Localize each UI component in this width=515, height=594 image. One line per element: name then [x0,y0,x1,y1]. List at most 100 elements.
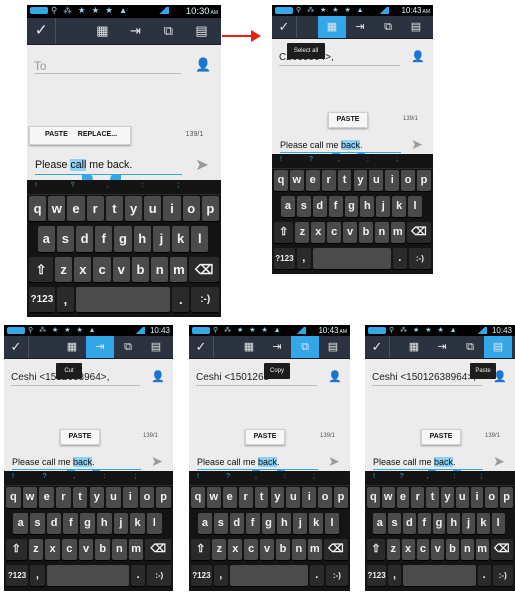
key-w[interactable]: w [289,170,304,191]
key-k[interactable]: k [130,513,145,534]
copy-icon[interactable]: ⧉ [456,336,484,358]
paste-icon[interactable]: ▤ [319,336,347,358]
paste-button[interactable]: PASTE [39,131,74,138]
add-contact-icon[interactable]: 👤 [195,58,211,71]
suggestion-item[interactable]: , [338,156,340,163]
delete-key[interactable]: ⌫ [490,539,513,560]
key-n[interactable]: n [460,539,474,560]
period-key[interactable]: . [309,565,324,586]
space-key[interactable] [76,286,171,312]
key-a[interactable]: a [197,513,212,534]
key-s[interactable]: s [56,226,74,252]
key-d[interactable]: d [229,513,244,534]
key-v[interactable]: v [78,539,94,560]
copy-icon[interactable]: ⧉ [291,336,319,358]
recipient-field[interactable]: Ceshi <15012638964>, [372,371,482,386]
suggestion-item[interactable]: , [106,182,108,189]
key-v[interactable]: v [431,539,445,560]
symbols-key[interactable]: ?123 [274,248,295,269]
key-l[interactable]: l [191,226,209,252]
copy-icon[interactable]: ⧉ [374,16,402,38]
key-w[interactable]: w [48,196,66,222]
suggestion-item[interactable]: ; [396,156,398,163]
key-n[interactable]: n [291,539,306,560]
space-key[interactable] [312,248,391,269]
key-j[interactable]: j [113,513,129,534]
paste-button[interactable]: PASTE [254,433,277,440]
send-icon[interactable]: ➤ [151,453,163,470]
key-l[interactable]: l [491,513,505,534]
message-input[interactable]: Please call me back. [35,157,182,175]
key-m[interactable]: m [170,256,188,282]
key-y[interactable]: y [270,487,285,508]
key-t[interactable]: t [254,487,269,508]
key-i[interactable]: i [470,487,484,508]
suggestion-item[interactable]: : [453,473,455,480]
key-b[interactable]: b [276,539,290,560]
key-q[interactable]: q [191,487,205,508]
key-e[interactable]: e [67,196,85,222]
symbols-key[interactable]: ?123 [29,286,55,312]
key-r[interactable]: r [321,170,336,191]
comma-key[interactable]: , [296,248,311,269]
shift-key[interactable]: ⇧ [191,539,211,560]
suggestion-item[interactable]: ? [400,473,404,480]
key-u[interactable]: u [286,487,301,508]
shift-key[interactable]: ⇧ [274,222,294,243]
replace-button[interactable]: REPLACE... [74,131,121,138]
recipient-field[interactable]: Ceshi <1501263 [196,371,317,386]
key-d[interactable]: d [46,513,62,534]
cut-icon[interactable]: ⇥ [86,336,114,358]
select-all-icon[interactable]: ▦ [58,336,86,358]
key-x[interactable]: x [45,539,60,560]
paste-icon[interactable]: ▤ [484,336,512,358]
space-key[interactable] [229,565,308,586]
paste-icon[interactable]: ▤ [402,16,430,38]
shift-key[interactable]: ⇧ [6,539,27,560]
cut-icon[interactable]: ⇥ [428,336,456,358]
paste-icon[interactable]: ▤ [185,18,218,44]
delete-key[interactable]: ⌫ [406,222,431,243]
key-i[interactable]: i [302,487,317,508]
key-a[interactable]: a [37,226,55,252]
paste-button[interactable]: PASTE [430,433,453,440]
suggestion-item[interactable]: : [142,182,144,189]
key-y[interactable]: y [353,170,368,191]
key-i[interactable]: i [122,487,138,508]
key-j[interactable]: j [152,226,170,252]
key-x[interactable]: x [74,256,92,282]
key-o[interactable]: o [401,170,416,191]
key-d[interactable]: d [312,196,327,217]
key-e[interactable]: e [39,487,55,508]
key-i[interactable]: i [385,170,400,191]
key-l[interactable]: l [146,513,162,534]
key-z[interactable]: z [386,539,400,560]
key-c[interactable]: c [416,539,430,560]
smiley-key[interactable]: :-) [191,286,219,312]
key-r[interactable]: r [56,487,71,508]
smiley-key[interactable]: :-) [408,248,431,269]
key-x[interactable]: x [311,222,326,243]
key-l[interactable]: l [408,196,423,217]
key-g[interactable]: g [80,513,95,534]
key-s[interactable]: s [296,196,311,217]
key-n[interactable]: n [374,222,389,243]
suggestion-item[interactable]: ? [71,182,75,189]
key-k[interactable]: k [309,513,324,534]
key-f[interactable]: f [245,513,260,534]
add-contact-icon[interactable]: 👤 [151,371,165,383]
key-g[interactable]: g [432,513,446,534]
key-f[interactable]: f [63,513,79,534]
key-a[interactable]: a [280,196,295,217]
key-s[interactable]: s [388,513,401,534]
key-p[interactable]: p [334,487,348,508]
period-key[interactable]: . [392,248,407,269]
key-m[interactable]: m [307,539,322,560]
suggestion-item[interactable]: ! [12,473,14,480]
delete-key[interactable]: ⌫ [145,539,171,560]
smiley-key[interactable]: :-) [147,565,171,586]
key-o[interactable]: o [139,487,155,508]
check-icon[interactable]: ✓ [272,16,297,38]
shift-key[interactable]: ⇧ [29,256,54,282]
key-z[interactable]: z [212,539,227,560]
